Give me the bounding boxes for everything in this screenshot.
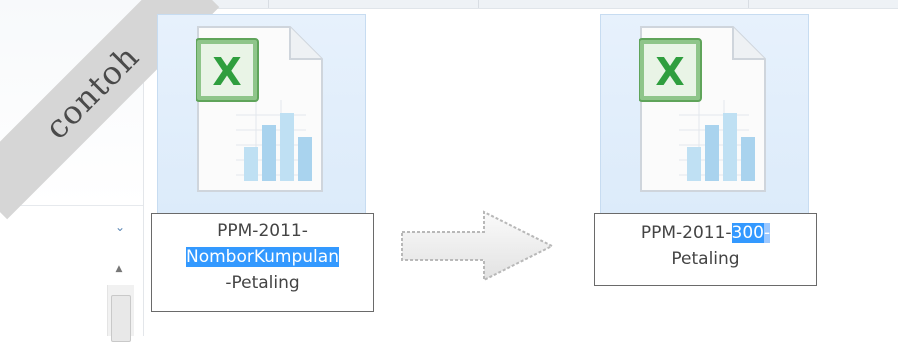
rename-field-renamed[interactable]: PPM-2011-300- Petaling bbox=[594, 213, 817, 286]
svg-text:X: X bbox=[655, 50, 684, 94]
vertical-scrollbar[interactable] bbox=[107, 285, 134, 342]
file-tile-original[interactable]: X bbox=[157, 14, 366, 216]
scrollbar-thumb[interactable] bbox=[111, 295, 131, 342]
filename-line3: -Petaling bbox=[225, 273, 300, 293]
file-tile-renamed[interactable]: X bbox=[600, 14, 809, 216]
scroll-up-icon[interactable]: ▲ bbox=[112, 262, 126, 276]
filename-selected-number: 300 bbox=[731, 223, 764, 243]
excel-file-icon: X bbox=[196, 25, 324, 193]
filename-suffix: - bbox=[764, 223, 771, 243]
column-header-strip bbox=[143, 0, 898, 9]
rename-field-original[interactable]: PPM-2011- NomborKumpulan -Petaling bbox=[151, 213, 374, 312]
right-arrow-icon bbox=[398, 206, 558, 286]
filename-prefix: PPM-2011- bbox=[640, 223, 732, 243]
svg-text:X: X bbox=[212, 50, 241, 94]
excel-file-icon: X bbox=[639, 25, 767, 193]
filename-selected-text: NomborKumpulan bbox=[186, 247, 339, 267]
filename-line1: PPM-2011- bbox=[217, 221, 308, 241]
filename-line2: Petaling bbox=[671, 249, 740, 269]
watermark-text: contoh bbox=[37, 37, 147, 147]
